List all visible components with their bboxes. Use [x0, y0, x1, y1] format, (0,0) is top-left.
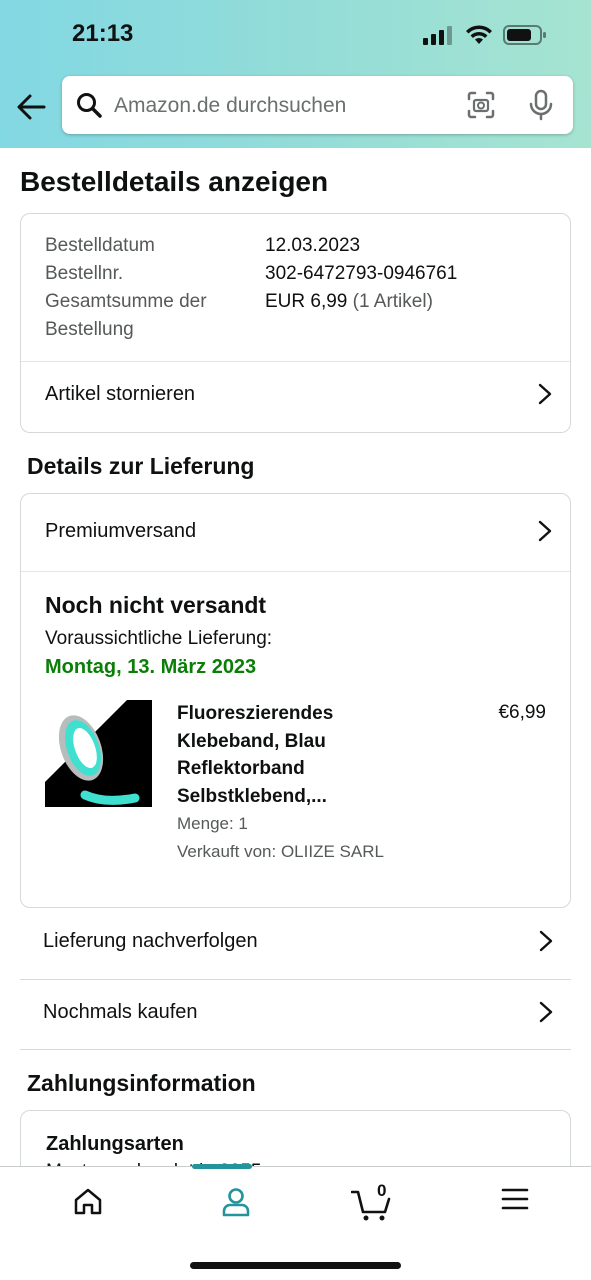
order-date-value: 12.03.2023	[265, 235, 361, 256]
app-header: 21:13 Amazon.de durchsuchen	[0, 0, 591, 148]
menu-icon	[501, 1188, 529, 1210]
tab-home[interactable]	[15, 1167, 163, 1237]
signal-icon	[423, 26, 452, 45]
order-number-label: Bestellnr.	[45, 263, 124, 284]
delivery-section-title: Details zur Lieferung	[27, 453, 255, 479]
product-quantity: Menge: 1	[177, 814, 248, 833]
cart-count: 0	[377, 1181, 387, 1200]
chevron-right-icon	[539, 1001, 553, 1023]
home-indicator	[190, 1262, 401, 1269]
microphone-icon[interactable]	[528, 89, 554, 121]
tab-cart[interactable]: 0	[311, 1167, 459, 1237]
order-total-items: (1 Artikel)	[352, 291, 433, 312]
expected-delivery-date: Montag, 13. März 2023	[45, 656, 257, 678]
person-icon	[222, 1188, 250, 1217]
wifi-icon	[466, 25, 492, 44]
chevron-right-icon	[539, 930, 553, 952]
track-delivery-link[interactable]: Lieferung nachverfolgen	[20, 908, 571, 978]
order-total-label-line1: Gesamtsumme der	[45, 291, 207, 312]
page-title: Bestelldetails anzeigen	[20, 166, 329, 197]
shipping-method-link[interactable]: Premiumversand	[21, 501, 570, 561]
chevron-right-icon	[538, 520, 552, 542]
track-delivery-label: Lieferung nachverfolgen	[43, 930, 258, 952]
tab-menu[interactable]	[443, 1167, 591, 1237]
search-placeholder: Amazon.de durchsuchen	[114, 94, 347, 117]
order-total-label-line2: Bestellung	[45, 319, 134, 340]
cancel-items-link[interactable]: Artikel stornieren	[21, 364, 570, 424]
camera-scan-icon[interactable]	[466, 90, 496, 120]
divider	[21, 361, 570, 362]
order-total-amount: EUR 6,99	[265, 291, 348, 312]
delivery-card: Premiumversand Noch nicht versandt Vorau…	[20, 493, 571, 908]
status-time: 21:13	[72, 20, 134, 47]
cancel-items-label: Artikel stornieren	[45, 383, 196, 405]
tab-account[interactable]	[163, 1167, 311, 1237]
status-icons	[423, 24, 547, 46]
order-number-value: 302-6472793-0946761	[265, 263, 458, 284]
shipment-status: Noch nicht versandt	[45, 592, 267, 618]
home-icon	[74, 1188, 102, 1215]
product-image[interactable]	[45, 700, 152, 807]
shipping-method-label: Premiumversand	[45, 520, 197, 542]
chevron-right-icon	[538, 383, 552, 405]
order-summary-card: Bestelldatum 12.03.2023 Bestellnr. 302-6…	[20, 213, 571, 433]
payment-methods-label: Zahlungsarten	[46, 1133, 184, 1155]
order-date-label: Bestelldatum	[45, 235, 155, 256]
bottom-tab-bar: 0	[0, 1164, 591, 1280]
back-arrow-icon[interactable]	[14, 90, 48, 124]
product-price: €6,99	[498, 702, 546, 723]
divider	[21, 571, 570, 572]
product-title[interactable]: Fluoreszierendes Klebeband, Blau Reflekt…	[177, 700, 407, 810]
battery-icon	[503, 25, 546, 45]
product-seller: Verkauft von: OLIIZE SARL	[177, 842, 384, 861]
order-total-value: EUR 6,99 (1 Artikel)	[265, 288, 433, 316]
payment-section-title: Zahlungsinformation	[27, 1070, 256, 1096]
divider	[20, 1049, 571, 1050]
expected-delivery-label: Voraussichtliche Lieferung:	[45, 628, 273, 649]
buy-again-link[interactable]: Nochmals kaufen	[20, 979, 571, 1049]
buy-again-label: Nochmals kaufen	[43, 1001, 198, 1023]
search-icon	[77, 93, 102, 118]
search-input[interactable]: Amazon.de durchsuchen	[62, 76, 573, 134]
